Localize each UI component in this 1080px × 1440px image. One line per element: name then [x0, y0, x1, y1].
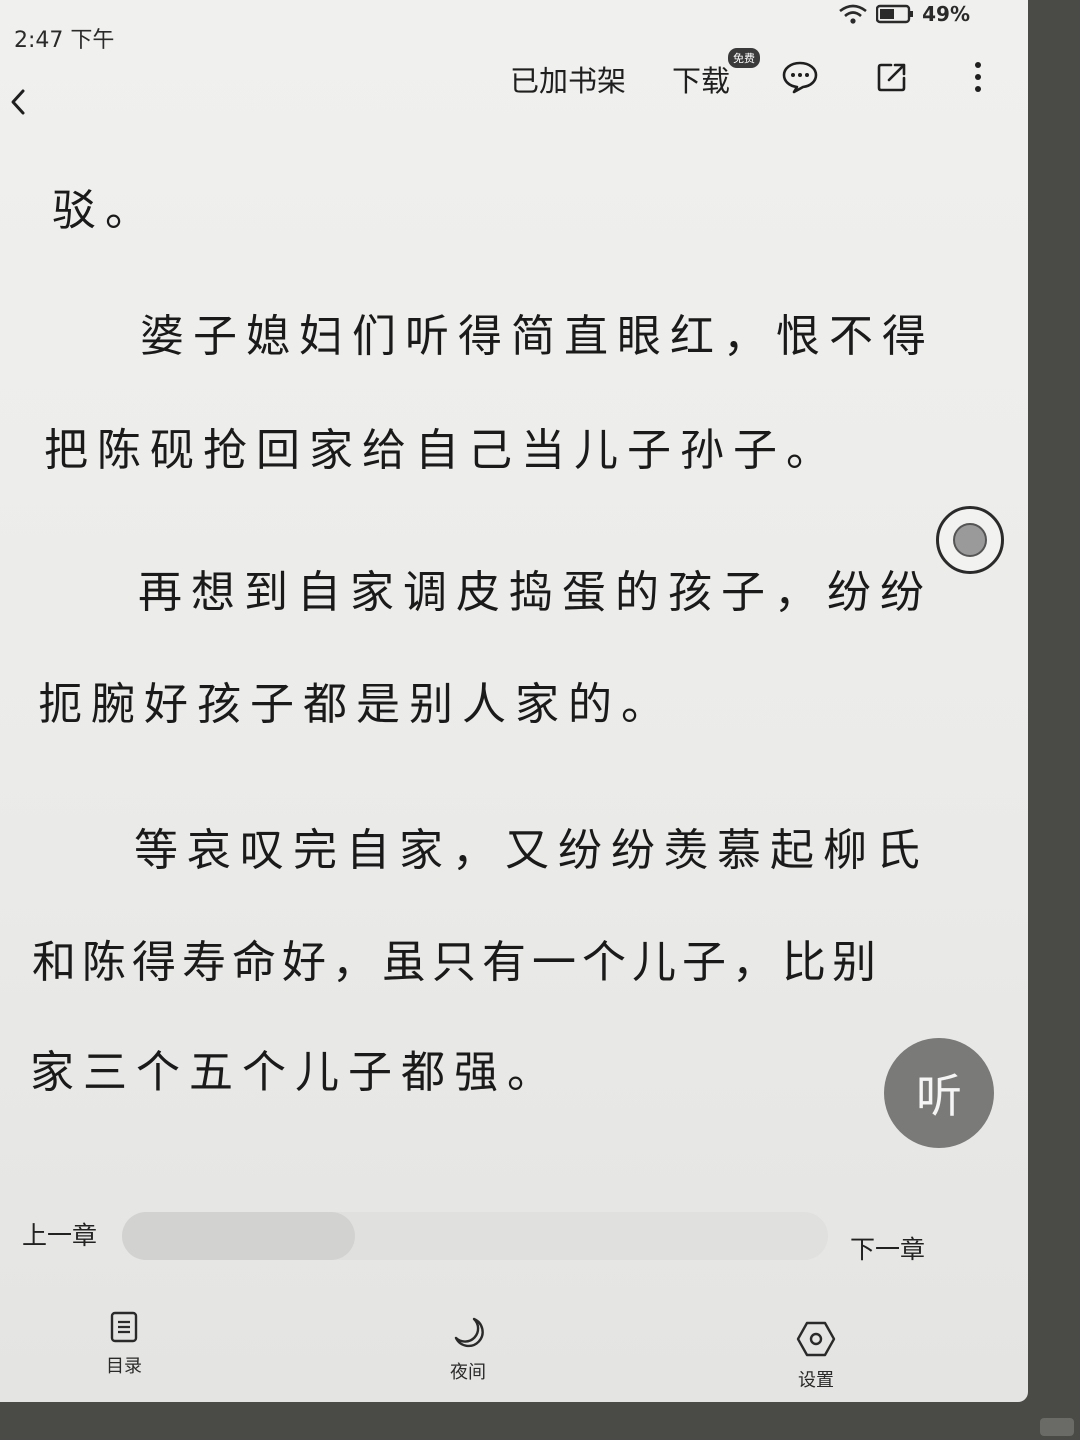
watermark-logo: [1040, 1418, 1074, 1436]
share-icon: [875, 60, 909, 98]
battery-icon: [876, 3, 914, 25]
next-chapter-button[interactable]: 下一章: [850, 1230, 925, 1266]
nav-toc[interactable]: 目录: [106, 1310, 142, 1378]
moon-icon: [450, 1314, 486, 1358]
download-button[interactable]: 下载 免费: [671, 48, 760, 100]
chevron-left-icon: [8, 87, 28, 121]
comment-button[interactable]: [780, 59, 820, 99]
text-line: 婆子媳妇们听得简直眼红，恨不得: [140, 311, 935, 362]
settings-hexagon-icon: [796, 1320, 836, 1366]
more-vertical-icon: [973, 60, 983, 98]
nav-toc-label: 目录: [106, 1356, 142, 1377]
text-line: 家三个五个儿子都强。: [30, 1047, 560, 1098]
progress-fill: [122, 1212, 355, 1260]
share-button[interactable]: [872, 59, 912, 99]
record-toggle-icon: [953, 523, 987, 557]
more-button[interactable]: [958, 59, 998, 99]
floating-toggle-button[interactable]: [936, 506, 1004, 574]
status-bar-right: 49%: [838, 2, 970, 26]
download-label: 下载: [671, 64, 730, 98]
status-time: 2:47 下午: [14, 28, 115, 53]
text-line: 驳。: [52, 185, 158, 236]
text-line: 和陈得寿命好，虽只有一个儿子，比别: [32, 937, 882, 988]
wifi-icon: [838, 3, 868, 25]
text-line: 扼腕好孩子都是别人家的。: [38, 679, 674, 730]
prev-chapter-button[interactable]: 上一章: [22, 1216, 97, 1252]
bottom-nav: 目录 夜间 设置: [0, 1300, 1028, 1400]
nav-night-mode[interactable]: 夜间: [450, 1314, 486, 1384]
added-to-shelf-button[interactable]: 已加书架: [510, 58, 626, 100]
comment-icon: [781, 60, 819, 98]
text-line: 再想到自家调皮捣蛋的孩子，纷纷: [138, 567, 933, 618]
nav-night-label: 夜间: [450, 1362, 486, 1383]
free-badge: 免费: [728, 48, 760, 68]
battery-percent: 49%: [922, 2, 970, 26]
listen-button[interactable]: 听: [884, 1038, 994, 1148]
top-bar-actions: 已加书架 下载 免费: [510, 48, 998, 100]
reader-screen: 2:47 下午 49% 已加书架 下载 免费 驳。 婆子媳妇们听得简直眼红，恨不…: [0, 0, 1028, 1402]
nav-settings[interactable]: 设置: [796, 1320, 836, 1392]
nav-settings-label: 设置: [798, 1370, 834, 1391]
chapter-progress-slider[interactable]: [122, 1212, 828, 1260]
back-button[interactable]: [0, 82, 36, 126]
list-icon: [109, 1310, 139, 1352]
text-line: 把陈砚抢回家给自己当儿子孙子。: [44, 425, 839, 476]
text-line: 等哀叹完自家，又纷纷羡慕起柳氏: [134, 825, 929, 876]
